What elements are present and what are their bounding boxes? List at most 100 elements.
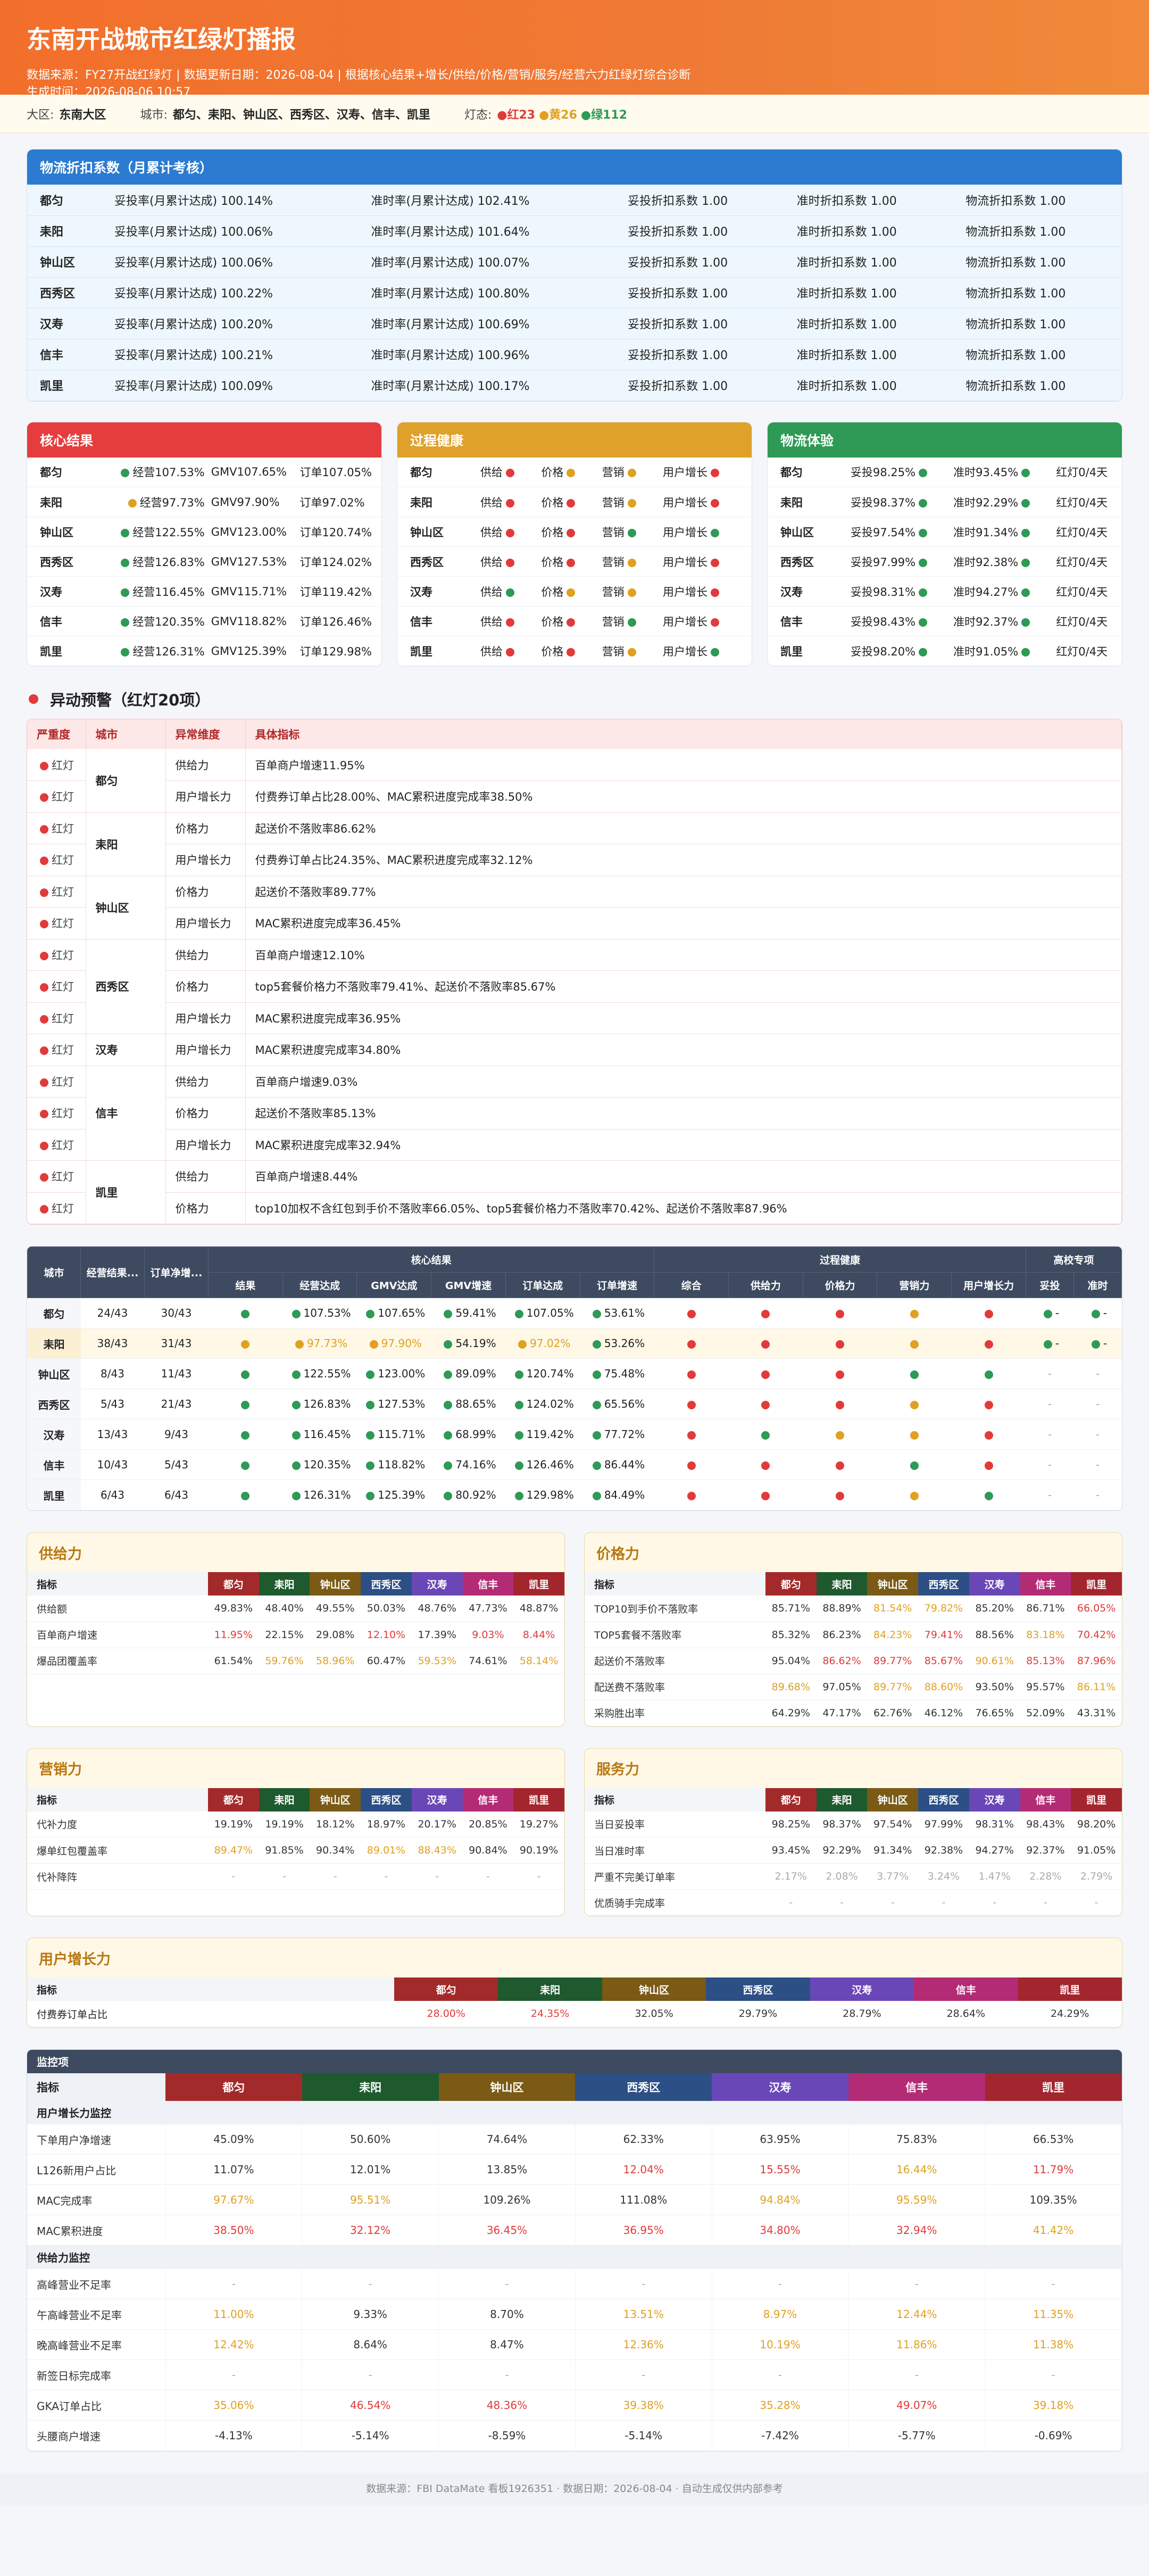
power-header-city: 钟山区 bbox=[310, 1788, 361, 1811]
power-value: 28.64% bbox=[914, 2001, 1018, 2027]
green-dot-icon bbox=[910, 1370, 919, 1379]
alert-dimension: 价格力 bbox=[165, 1097, 246, 1129]
power-header-indicator: 指标 bbox=[585, 1788, 765, 1811]
power-row: 百单商户增速 11.95% 22.15% 29.08% 12.10% 17.39% 9.03… bbox=[27, 1622, 564, 1648]
matrix-process-cell bbox=[728, 1328, 803, 1359]
core-biz-cell: 经营120.35% bbox=[107, 606, 208, 636]
matrix-core-cell: 126.83% bbox=[282, 1389, 357, 1419]
matrix-core-cell: 116.45% bbox=[282, 1419, 357, 1450]
green-dot-icon bbox=[506, 588, 514, 597]
green-dot-icon bbox=[984, 1370, 993, 1379]
alert-severity-label: 红灯 bbox=[52, 1170, 74, 1184]
alert-metric: 起送价不落败率85.13% bbox=[245, 1097, 1122, 1129]
power-indicator: TOP5套餐不落败率 bbox=[585, 1622, 765, 1648]
logistics-cell: 妥投率(月累计达成) 100.20% bbox=[102, 308, 359, 339]
matrix-result bbox=[208, 1358, 283, 1389]
red-dot-icon bbox=[687, 1370, 696, 1379]
matrix-process-cell bbox=[728, 1389, 803, 1419]
matrix-core-cell: 68.99% bbox=[431, 1419, 506, 1450]
power-header-city: 凯里 bbox=[513, 1788, 564, 1811]
green-dot-icon bbox=[919, 558, 928, 567]
alert-row: 红灯 都匀 供给力 百单商户增速11.95% bbox=[27, 749, 1122, 813]
green-count: ●绿112 bbox=[580, 108, 628, 122]
process-label: 价格 bbox=[541, 466, 564, 479]
power-value: 88.43% bbox=[411, 1837, 463, 1864]
matrix-process-cell bbox=[803, 1328, 877, 1359]
alert-row: 红灯 用户增长力 MAC累积进度完成率36.95% bbox=[27, 1002, 1122, 1034]
power-value: 19.27% bbox=[513, 1811, 564, 1838]
green-dot-icon bbox=[366, 1309, 375, 1318]
red-dot-icon bbox=[687, 1340, 696, 1349]
power-header-indicator: 指标 bbox=[585, 1572, 765, 1596]
green-dot-icon bbox=[627, 528, 636, 537]
city-name: 凯里 bbox=[27, 1480, 81, 1510]
red-dot-icon bbox=[40, 1015, 48, 1024]
alert-city: 信丰 bbox=[86, 1066, 166, 1161]
green-dot-icon bbox=[121, 647, 130, 657]
process-label: 供给 bbox=[480, 496, 503, 509]
monitor-row: 晚高峰营业不足率 12.42% 8.64% 8.47% 12.36% 10.19% 11.8… bbox=[27, 2329, 1122, 2360]
alert-metric: 起送价不落败率86.62% bbox=[245, 812, 1122, 844]
alert-metric: top5套餐价格力不落败率79.41%、起送价不落败率85.67% bbox=[245, 970, 1122, 1003]
matrix-campus-cell: - bbox=[1026, 1389, 1074, 1419]
yellow-dot-icon bbox=[910, 1340, 919, 1349]
yellow-dot-icon bbox=[910, 1491, 919, 1500]
power-row: 起送价不落败率 95.04% 86.62% 89.77% 85.67% 90.61% 85.… bbox=[585, 1648, 1122, 1674]
power-value: 95.04% bbox=[765, 1648, 817, 1674]
alert-severity: 红灯 bbox=[27, 1034, 86, 1066]
power-value: 88.60% bbox=[918, 1674, 969, 1700]
power-value: 90.61% bbox=[969, 1648, 1020, 1674]
matrix-core-cell: 77.72% bbox=[580, 1419, 654, 1450]
monitor-row: MAC完成率 97.67% 95.51% 109.26% 111.08% 94.84% 95… bbox=[27, 2184, 1122, 2215]
power-header-indicator: 指标 bbox=[27, 1788, 208, 1811]
monitor-section-name: 供给力监控 bbox=[27, 2245, 1122, 2269]
power-value: 28.79% bbox=[810, 2001, 914, 2027]
matrix-process-cell bbox=[877, 1480, 952, 1510]
process-cell: 价格 bbox=[538, 636, 599, 666]
green-dot-icon bbox=[292, 1431, 301, 1440]
logexp-delivery-cell: 妥投98.20% bbox=[847, 636, 951, 666]
process-cell: 价格 bbox=[538, 546, 599, 577]
process-cell: 营销 bbox=[598, 517, 660, 547]
matrix-core-cell: 129.98% bbox=[505, 1480, 580, 1510]
alert-metric: 付费券订单占比24.35%、MAC累积进度完成率32.12% bbox=[245, 844, 1122, 876]
marketing-panel: 营销力 指标 都匀 耒阳 钟山区 西秀区 汉寿 信丰 凯里 代补力度 19.19% 19.19% 18… bbox=[27, 1748, 565, 1916]
matrix-core-cell: 115.71% bbox=[356, 1419, 431, 1450]
matrix-process-cell bbox=[803, 1358, 877, 1389]
power-value: 93.45% bbox=[765, 1837, 817, 1864]
monitor-value: 39.18% bbox=[985, 2390, 1122, 2421]
power-indicator: 采购胜出率 bbox=[585, 1700, 765, 1726]
monitor-value: -5.77% bbox=[848, 2420, 986, 2451]
green-dot-icon bbox=[711, 647, 720, 657]
red-dot-icon bbox=[761, 1400, 770, 1409]
green-dot-icon bbox=[444, 1431, 453, 1440]
matrix-process-cell bbox=[654, 1389, 729, 1419]
red-dot-icon bbox=[761, 1370, 770, 1379]
power-row: 严重不完美订单率 2.17% 2.08% 3.77% 3.24% 1.47% 2.28% 2.… bbox=[585, 1863, 1122, 1890]
monitor-value: - bbox=[712, 2359, 849, 2390]
logistics-cell: 妥投率(月累计达成) 100.21% bbox=[102, 339, 359, 370]
matrix-process-cell bbox=[951, 1449, 1026, 1480]
monitor-header-city: 钟山区 bbox=[438, 2073, 576, 2101]
city-name: 信丰 bbox=[27, 606, 107, 636]
alert-metric: top10加权不含红包到手价不落败率66.05%、top5套餐价格力不落败率70… bbox=[245, 1192, 1122, 1224]
city-name: 耒阳 bbox=[27, 1328, 81, 1359]
city-name: 都匀 bbox=[27, 1298, 81, 1328]
matrix-campus-cell: - bbox=[1073, 1328, 1122, 1359]
alert-severity: 红灯 bbox=[27, 907, 86, 940]
logistics-cell: 物流折扣系数 1.00 bbox=[953, 370, 1122, 401]
matrix-process-cell bbox=[877, 1419, 952, 1450]
logexp-delivery: 妥投98.25% bbox=[851, 466, 916, 479]
power-panels-row-2: 营销力 指标 都匀 耒阳 钟山区 西秀区 汉寿 信丰 凯里 代补力度 19.19% 19.19% 18… bbox=[27, 1748, 1122, 1916]
matrix-process-cell bbox=[728, 1298, 803, 1328]
core-gmv-cell: GMV123.00% bbox=[207, 517, 297, 547]
matrix-subheader: 营销力 bbox=[877, 1272, 952, 1298]
power-value: 48.40% bbox=[259, 1596, 310, 1622]
red-dot-icon bbox=[506, 528, 514, 537]
power-value: 85.32% bbox=[765, 1622, 817, 1648]
service-panel: 服务力 指标 都匀 耒阳 钟山区 西秀区 汉寿 信丰 凯里 当日妥投率 98.25% 98.37% 9… bbox=[584, 1748, 1122, 1916]
monitor-value: 32.12% bbox=[302, 2215, 439, 2246]
green-dot-icon bbox=[366, 1431, 375, 1440]
city-name: 汉寿 bbox=[27, 1419, 81, 1450]
green-dot-icon bbox=[292, 1400, 301, 1409]
